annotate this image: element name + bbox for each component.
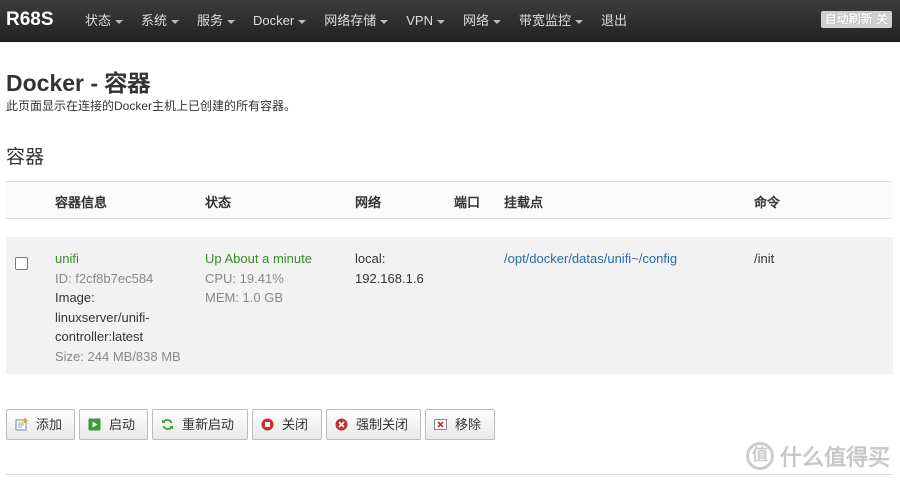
table-header: 容器信息 状态 网络 端口 挂载点 命令 [6, 181, 893, 219]
nav-logout[interactable]: 退出 [592, 0, 636, 42]
stop-icon [261, 418, 274, 431]
chevron-down-icon [575, 19, 584, 24]
stop-button-label: 关闭 [282, 417, 309, 432]
col-header-network: 网络 [355, 195, 382, 210]
nav-vpn[interactable]: VPN [397, 0, 454, 42]
restart-button[interactable]: 重新启动 [152, 409, 248, 440]
section-title: 容器 [6, 147, 45, 168]
delete-icon [434, 419, 447, 430]
nav-docker[interactable]: Docker [244, 0, 315, 42]
col-header-status: 状态 [205, 195, 232, 210]
container-id: ID: f2cf8b7ec584 [55, 270, 154, 286]
container-image-line1: linuxserver/unifi- [55, 309, 150, 325]
nav-services[interactable]: 服务 [188, 0, 244, 42]
chevron-down-icon [171, 19, 180, 24]
kill-icon [335, 418, 348, 431]
cell-mount-link[interactable]: /opt/docker/datas/unifi~/config [504, 249, 677, 269]
nav-network[interactable]: 网络 [454, 0, 510, 42]
network-name: local: [355, 251, 386, 266]
containers-table: 容器信息 状态 网络 端口 挂载点 命令 unifi ID: f2cf8b7ec… [6, 181, 893, 374]
refresh-icon [162, 419, 173, 430]
brand-logo[interactable]: R68S [0, 0, 74, 42]
add-button-label: 添加 [36, 417, 63, 432]
chevron-down-icon [115, 19, 124, 24]
watermark-logo-icon: 值 [745, 442, 774, 470]
col-header-command: 命令 [754, 195, 781, 210]
nav-network-label: 网络 [462, 13, 489, 28]
chevron-down-icon [380, 19, 389, 24]
cell-status: Up About a minute CPU: 19.41% MEM: 1.0 G… [205, 249, 312, 308]
row-select-checkbox[interactable] [15, 257, 28, 270]
nav-system-label: 系统 [141, 13, 168, 28]
container-image-label: Image: [55, 290, 95, 305]
col-header-info: 容器信息 [55, 195, 108, 210]
watermark: 值 什么值得买 [745, 440, 890, 472]
chevron-down-icon [298, 19, 307, 24]
container-name-link[interactable]: unifi [55, 249, 181, 269]
divider [6, 474, 893, 475]
main-nav: 状态 系统 服务 Docker 网络存储 VPN 网络 带宽监控 退出 [76, 0, 636, 42]
cell-network: local: 192.168.1.6 [355, 249, 424, 288]
restart-button-label: 重新启动 [182, 417, 235, 432]
nav-bandwidth-label: 带宽监控 [519, 13, 572, 28]
col-header-mounts: 挂载点 [504, 195, 544, 210]
chevron-down-icon [227, 19, 236, 24]
nav-bandwidth[interactable]: 带宽监控 [510, 0, 592, 42]
top-navbar: R68S 状态 系统 服务 Docker 网络存储 VPN 网络 带宽监控 退出… [0, 0, 900, 42]
nav-docker-label: Docker [253, 13, 295, 28]
nav-nas[interactable]: 网络存储 [315, 0, 397, 42]
add-button[interactable]: 添加 [6, 409, 75, 440]
chevron-down-icon [436, 19, 445, 24]
kill-button-label: 强制关闭 [356, 417, 409, 432]
nav-status-label: 状态 [85, 13, 112, 28]
start-button-label: 启动 [109, 417, 136, 432]
container-status: Up About a minute [205, 251, 312, 266]
nav-services-label: 服务 [197, 13, 224, 28]
autorefresh-toggle[interactable]: 自动刷新 关 [820, 11, 892, 28]
container-size: Size: 244 MB/838 MB [55, 348, 181, 364]
stop-button[interactable]: 关闭 [252, 409, 322, 440]
container-image-line2: controller:latest [55, 329, 144, 344]
watermark-text: 什么值得买 [779, 445, 890, 470]
nav-status[interactable]: 状态 [76, 0, 132, 42]
chevron-down-icon [493, 19, 501, 24]
remove-button[interactable]: 移除 [425, 409, 495, 440]
cell-command: /init [754, 251, 775, 266]
nav-logout-label: 退出 [601, 13, 628, 28]
page-description: 此页面显示在连接的Docker主机上已创建的所有容器。 [6, 99, 297, 113]
kill-button[interactable]: 强制关闭 [326, 409, 421, 440]
col-header-ports: 端口 [454, 195, 481, 210]
add-icon [15, 418, 28, 431]
nav-nas-label: 网络存储 [324, 13, 377, 28]
play-icon [88, 418, 101, 431]
network-ip: 192.168.1.6 [355, 270, 424, 286]
table-row: unifi ID: f2cf8b7ec584 Image: linuxserve… [6, 237, 893, 374]
nav-system[interactable]: 系统 [132, 0, 188, 42]
container-cpu: CPU: 19.41% [205, 270, 284, 286]
nav-vpn-label: VPN [406, 13, 433, 28]
page-title: Docker - 容器 [6, 70, 151, 96]
start-button[interactable]: 启动 [79, 409, 148, 440]
remove-button-label: 移除 [455, 417, 482, 432]
container-mem: MEM: 1.0 GB [205, 290, 284, 305]
cell-container-info: unifi ID: f2cf8b7ec584 Image: linuxserve… [55, 249, 181, 366]
